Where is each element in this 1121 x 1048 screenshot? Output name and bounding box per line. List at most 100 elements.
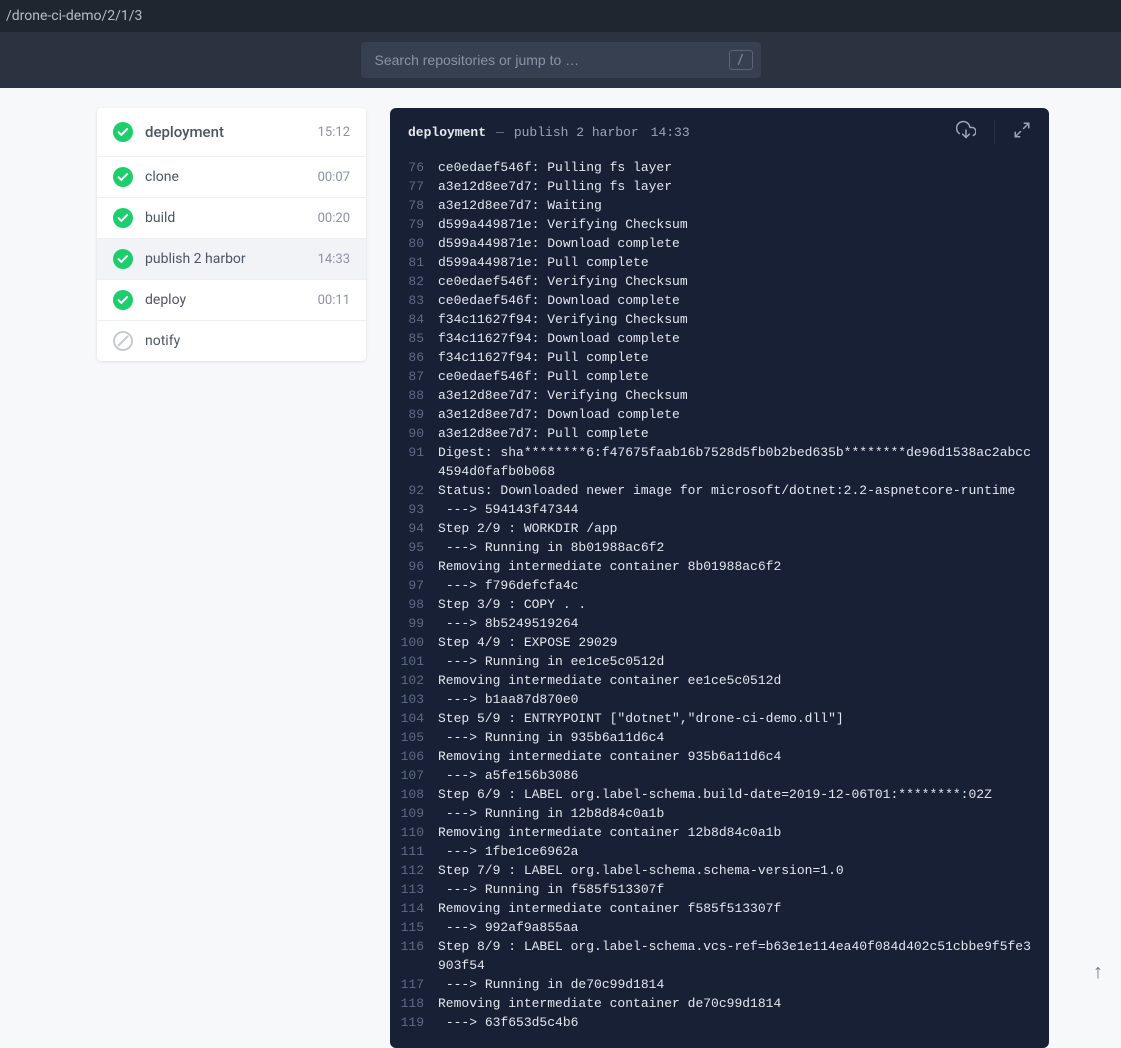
line-text: Step 6/9 : LABEL org.label-schema.build-… [438, 785, 1010, 804]
line-number: 105 [390, 728, 424, 747]
breadcrumb[interactable]: /drone-ci-demo/2/1/3 [6, 8, 142, 24]
log-line: 109 ---> Running in 12b8d84c0a1b [390, 804, 1049, 823]
pipeline-name: deployment [145, 123, 318, 141]
line-text: ---> Running in ee1ce5c0512d [438, 652, 682, 671]
line-text: a3e12d8ee7d7: Verifying Checksum [438, 386, 706, 405]
line-text: Step 7/9 : LABEL org.label-schema.schema… [438, 861, 862, 880]
line-number: 78 [390, 196, 424, 215]
log-line: 105 ---> Running in 935b6a11d6c4 [390, 728, 1049, 747]
log-line: 86f34c11627f94: Pull complete [390, 348, 1049, 367]
line-text: ---> 63f653d5c4b6 [438, 1013, 596, 1032]
step-row-clone[interactable]: clone00:07 [97, 157, 366, 198]
line-text: Step 5/9 : ENTRYPOINT ["dotnet","drone-c… [438, 709, 862, 728]
log-line: 94Step 2/9 : WORKDIR /app [390, 519, 1049, 538]
line-text: ---> 8b5249519264 [438, 614, 596, 633]
line-text: f34c11627f94: Verifying Checksum [438, 310, 706, 329]
log-line: 118 Removing intermediate container de70c… [390, 994, 1049, 1013]
log-line: 79d599a449871e: Verifying Checksum [390, 215, 1049, 234]
success-icon [113, 290, 133, 310]
step-name: build [145, 210, 318, 226]
log-line: 76ce0edaef546f: Pulling fs layer [390, 158, 1049, 177]
line-number: 101 [390, 652, 424, 671]
log-header: deployment — publish 2 harbor 14:33 [390, 108, 1049, 156]
success-icon [113, 249, 133, 269]
log-line: 85 f34c11627f94: Download complete [390, 329, 1049, 348]
line-number: 92 [390, 481, 424, 500]
download-icon[interactable] [956, 120, 976, 144]
line-number: 97 [390, 576, 424, 595]
log-line: 115 ---> 992af9a855aa [390, 918, 1049, 937]
line-number: 106 [390, 747, 424, 766]
line-number: 83 [390, 291, 424, 310]
step-time: 00:07 [318, 170, 350, 185]
step-name: publish 2 harbor [145, 251, 318, 267]
line-number: 89 [390, 405, 424, 424]
line-number: 90 [390, 424, 424, 443]
line-text: ---> f796defcfa4c [438, 576, 596, 595]
line-text: ---> Running in 8b01988ac6f2 [438, 538, 682, 557]
line-number: 76 [390, 158, 424, 177]
log-line: 90 a3e12d8ee7d7: Pull complete [390, 424, 1049, 443]
log-line: 102Removing intermediate container ee1ce… [390, 671, 1049, 690]
line-number: 111 [390, 842, 424, 861]
search-box[interactable]: / [361, 42, 761, 78]
log-line: 98Step 3/9 : COPY . . [390, 595, 1049, 614]
line-text: a3e12d8ee7d7: Download complete [438, 405, 698, 424]
step-name: deploy [145, 292, 318, 308]
line-text: Status: Downloaded newer image for micro… [438, 481, 1033, 500]
log-line: 99 ---> 8b5249519264 [390, 614, 1049, 633]
line-text: ---> a5fe156b3086 [438, 766, 596, 785]
log-line: 78 a3e12d8ee7d7: Waiting [390, 196, 1049, 215]
log-line: 113 ---> Running in f585f513307f [390, 880, 1049, 899]
search-input[interactable] [361, 52, 729, 68]
step-time: 00:11 [318, 293, 350, 308]
line-text: Removing intermediate container de70c99d… [438, 994, 799, 1013]
line-text: Removing intermediate container ee1ce5c0… [438, 671, 799, 690]
log-line: 97 ---> f796defcfa4c [390, 576, 1049, 595]
line-number: 81 [390, 253, 424, 272]
search-shortcut-badge: / [729, 50, 753, 70]
step-row-build[interactable]: build00:20 [97, 198, 366, 239]
line-text: ce0edaef546f: Verifying Checksum [438, 272, 706, 291]
top-bar: /drone-ci-demo/2/1/3 [0, 0, 1121, 32]
log-line: 117 ---> Running in de70c99d1814 [390, 975, 1049, 994]
line-number: 88 [390, 386, 424, 405]
log-line: 93 ---> 594143f47344 [390, 500, 1049, 519]
line-text: Step 8/9 : LABEL org.label-schema.vcs-re… [438, 937, 1049, 975]
log-body[interactable]: 76ce0edaef546f: Pulling fs layer77 a3e12d… [390, 156, 1049, 1048]
step-name: notify [145, 333, 350, 349]
scroll-top-button[interactable]: ↑ [1093, 959, 1103, 984]
line-number: 99 [390, 614, 424, 633]
log-line: 107 ---> a5fe156b3086 [390, 766, 1049, 785]
line-number: 96 [390, 557, 424, 576]
log-line: 101 ---> Running in ee1ce5c0512d [390, 652, 1049, 671]
line-text: a3e12d8ee7d7: Pull complete [438, 424, 667, 443]
line-text: f34c11627f94: Download complete [438, 329, 698, 348]
line-text: f34c11627f94: Pull complete [438, 348, 667, 367]
pipeline-header[interactable]: deployment 15:12 [97, 108, 366, 157]
line-number: 116 [390, 937, 424, 975]
line-text: Removing intermediate container 8b01988a… [438, 557, 799, 576]
pipeline-total-time: 15:12 [318, 125, 350, 140]
line-number: 108 [390, 785, 424, 804]
line-text: ---> Running in de70c99d1814 [438, 975, 682, 994]
step-row-notify[interactable]: notify [97, 321, 366, 361]
line-number: 118 [390, 994, 424, 1013]
log-line: 91Digest: sha********6:f47675faab16b7528… [390, 443, 1049, 481]
expand-icon[interactable] [1013, 121, 1031, 143]
line-number: 113 [390, 880, 424, 899]
line-text: a3e12d8ee7d7: Waiting [438, 196, 620, 215]
line-number: 107 [390, 766, 424, 785]
log-line: 100Step 4/9 : EXPOSE 29029 [390, 633, 1049, 652]
success-icon [113, 122, 133, 142]
log-line: 112 Step 7/9 : LABEL org.label-schema.sch… [390, 861, 1049, 880]
line-number: 85 [390, 329, 424, 348]
step-row-deploy[interactable]: deploy00:11 [97, 280, 366, 321]
line-text: Step 4/9 : EXPOSE 29029 [438, 633, 635, 652]
line-number: 77 [390, 177, 424, 196]
line-number: 112 [390, 861, 424, 880]
line-text: Step 2/9 : WORKDIR /app [438, 519, 635, 538]
log-line: 82ce0edaef546f: Verifying Checksum [390, 272, 1049, 291]
line-text: ce0edaef546f: Pull complete [438, 367, 667, 386]
step-row-publish-2-harbor[interactable]: publish 2 harbor14:33 [97, 239, 366, 280]
